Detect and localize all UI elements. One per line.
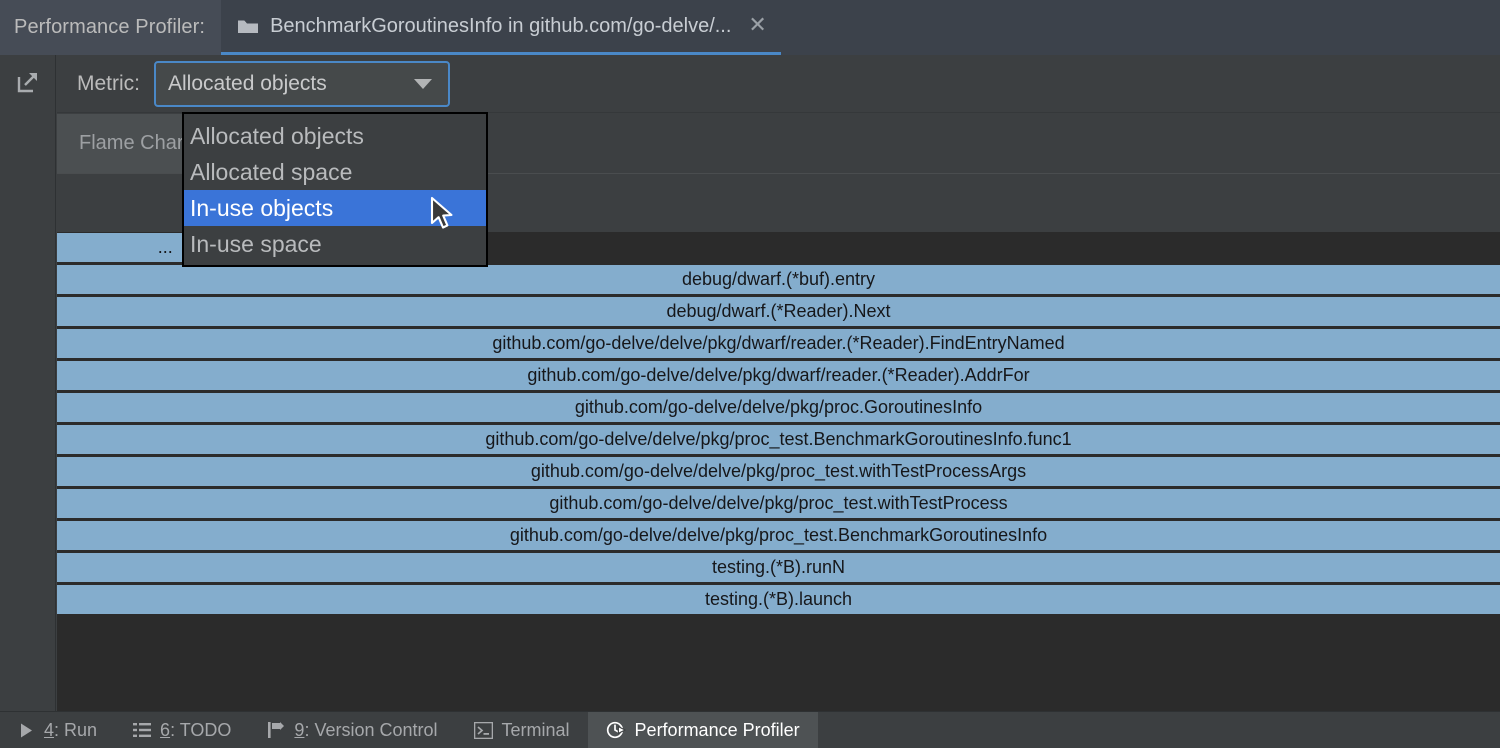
tool-window-header: Performance Profiler: BenchmarkGoroutine… (0, 0, 1500, 55)
flame-chart-frame-label: ... (157, 237, 173, 257)
flame-chart-frame-label: github.com/go-delve/delve/pkg/proc.Gorou… (574, 397, 983, 417)
flame-chart-frame-label: github.com/go-delve/delve/pkg/proc_test.… (485, 429, 1072, 449)
flame-chart-frame-label: github.com/go-delve/delve/pkg/proc_test.… (549, 493, 1008, 513)
close-icon[interactable]: ✕ (748, 15, 766, 37)
flame-chart-canvas[interactable]: ... debug/dwarf.(*buf).entry debug/dwarf.(… (57, 232, 1500, 711)
ide-window: Performance Profiler: BenchmarkGoroutine… (0, 0, 1500, 748)
tab-bar-empty-area (780, 0, 1500, 55)
metric-toolbar: Metric: Allocated objects (57, 55, 1500, 113)
tab-benchmark-file[interactable]: BenchmarkGoroutinesInfo in github.com/go… (221, 0, 781, 55)
dropdown-option-allocated-objects[interactable]: Allocated objects (184, 118, 486, 154)
flame-chart-frame[interactable]: github.com/go-delve/delve/pkg/proc.Gorou… (57, 393, 1500, 422)
metric-combobox[interactable]: Allocated objects (154, 60, 450, 107)
dropdown-option-label: In-use space (190, 230, 322, 257)
profiler-icon (606, 720, 626, 740)
status-bar-item-performance-profiler[interactable]: Performance Profiler (587, 712, 818, 748)
flame-chart-frame[interactable]: github.com/go-delve/delve/pkg/dwarf/read… (57, 361, 1500, 390)
status-bar-item-label: 9: Version Control (294, 719, 438, 740)
folder-icon (237, 17, 259, 35)
dropdown-option-in-use-space[interactable]: In-use space (184, 226, 486, 262)
flame-chart-frame[interactable]: debug/dwarf.(*buf).entry (57, 265, 1500, 294)
flame-chart-frame[interactable]: testing.(*B).runN (57, 553, 1500, 582)
flame-chart-frame[interactable]: debug/dwarf.(*Reader).Next (57, 297, 1500, 326)
tab-label: BenchmarkGoroutinesInfo in github.com/go… (270, 14, 732, 37)
flame-chart-frame[interactable]: github.com/go-delve/delve/pkg/dwarf/read… (57, 329, 1500, 358)
status-bar-item-version-control[interactable]: 9: Version Control (249, 712, 455, 748)
metric-label: Metric: (77, 71, 140, 95)
status-bar-empty-area (818, 712, 1500, 748)
version-control-icon (267, 721, 285, 739)
open-in-new-window-icon[interactable] (10, 65, 46, 99)
flame-chart-frame-label: github.com/go-delve/delve/pkg/dwarf/read… (527, 365, 1030, 385)
flame-chart-frame-label: github.com/go-delve/delve/pkg/proc_test.… (509, 525, 1048, 545)
status-bar-item-label: Performance Profiler (634, 719, 800, 740)
flame-chart-frame[interactable]: github.com/go-delve/delve/pkg/proc_test.… (57, 425, 1500, 454)
flame-chart-frame-label: testing.(*B).launch (704, 589, 853, 609)
status-bar: 4: Run 6: TODO 9: Version Control Terminal P… (0, 711, 1500, 748)
terminal-icon (473, 721, 493, 739)
tool-window-title: Performance Profiler: (0, 0, 222, 55)
flame-chart-frame-label: debug/dwarf.(*buf).entry (681, 269, 876, 289)
status-bar-item-label: Terminal (501, 719, 570, 740)
flame-chart-frame[interactable]: testing.(*B).launch (57, 585, 1500, 614)
status-bar-item-terminal[interactable]: Terminal (456, 712, 588, 748)
run-icon (18, 722, 35, 739)
dropdown-option-label: Allocated space (190, 158, 353, 185)
left-gutter (0, 55, 56, 711)
flame-chart-frame[interactable]: github.com/go-delve/delve/pkg/proc_test.… (57, 457, 1500, 486)
status-bar-item-label: 6: TODO (160, 719, 232, 740)
dropdown-option-label: Allocated objects (190, 122, 364, 149)
status-bar-item-mnemonic: 6 (160, 719, 171, 740)
dropdown-option-in-use-objects[interactable]: In-use objects (184, 190, 486, 226)
flame-chart-frame[interactable]: github.com/go-delve/delve/pkg/proc_test.… (57, 489, 1500, 518)
flame-chart-frame-label: github.com/go-delve/delve/pkg/proc_test.… (530, 461, 1027, 481)
status-bar-item-label: 4: Run (44, 719, 98, 740)
todo-list-icon (133, 722, 152, 738)
tab-flame-chart-label: Flame Chart (79, 132, 190, 154)
flame-chart-frame-label: debug/dwarf.(*Reader).Next (666, 301, 891, 321)
dropdown-option-label: In-use objects (190, 194, 334, 221)
flame-chart-frame-label: github.com/go-delve/delve/pkg/dwarf/read… (492, 333, 1065, 353)
flame-chart-frame[interactable]: github.com/go-delve/delve/pkg/proc_test.… (57, 521, 1500, 550)
status-bar-item-mnemonic: 9 (294, 719, 305, 740)
status-bar-item-mnemonic: 4 (44, 719, 55, 740)
dropdown-option-allocated-space[interactable]: Allocated space (184, 154, 486, 190)
chevron-down-icon (414, 78, 432, 89)
metric-combobox-value: Allocated objects (168, 71, 327, 95)
status-bar-item-run[interactable]: 4: Run (0, 712, 115, 748)
flame-chart-frame-label: testing.(*B).runN (711, 557, 846, 577)
status-bar-item-todo[interactable]: 6: TODO (115, 712, 249, 748)
metric-dropdown-popup[interactable]: Allocated objects Allocated space In-use… (182, 112, 488, 267)
